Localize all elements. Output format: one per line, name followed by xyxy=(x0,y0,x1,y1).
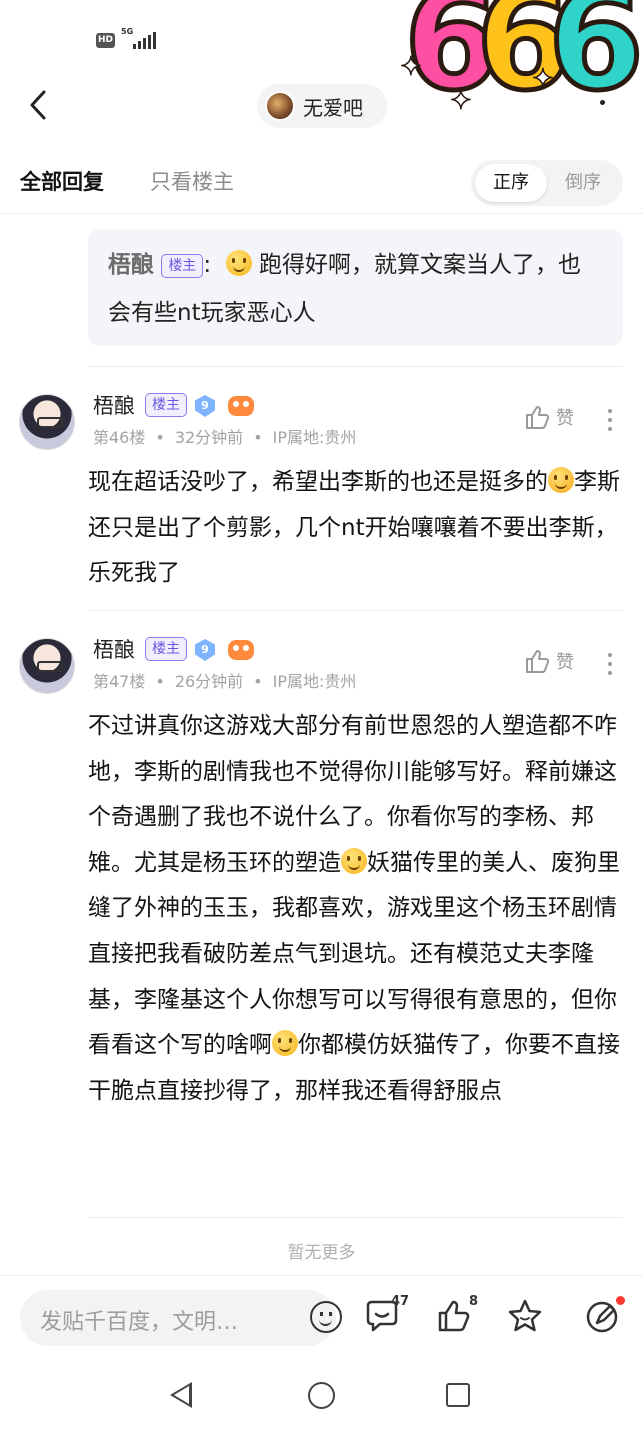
emoji-picker-icon[interactable] xyxy=(310,1301,342,1333)
back-button[interactable] xyxy=(26,90,56,120)
order-forward-button[interactable]: 正序 xyxy=(475,164,547,202)
star-icon[interactable] xyxy=(507,1298,543,1334)
smile-emoji-icon xyxy=(272,1030,298,1057)
tab-all-replies[interactable]: 全部回复 xyxy=(20,166,104,196)
thumbs-up-icon[interactable] xyxy=(436,1298,472,1334)
divider xyxy=(88,1217,623,1218)
quote-author: 梧酿 xyxy=(108,252,154,278)
nav-recents-icon[interactable] xyxy=(446,1383,470,1407)
more-options-icon[interactable] xyxy=(604,650,616,676)
quote-colon: : xyxy=(203,252,212,278)
hug-emoji-icon xyxy=(548,467,574,493)
ip-location: IP属地:贵州 xyxy=(272,672,357,691)
op-badge: 楼主 xyxy=(145,393,187,417)
floor-number: 第47楼 xyxy=(93,672,146,691)
sparkle-icon: ✦ xyxy=(449,85,472,117)
sparkle-icon: ✦ xyxy=(399,51,422,83)
smile-emoji-icon xyxy=(225,250,252,276)
reply-content: 不过讲真你这游戏大部分有前世恩怨的人塑造都不咋地，李斯的剧情我也不觉得你川能够写… xyxy=(88,704,623,1114)
forum-chip[interactable]: 无爱吧 xyxy=(257,84,387,128)
forum-avatar xyxy=(265,91,295,121)
sticker-dot xyxy=(600,100,605,105)
ip-location: IP属地:贵州 xyxy=(272,428,357,447)
divider xyxy=(88,610,623,611)
chevron-left-icon xyxy=(30,90,46,120)
sticker-digit: 6 xyxy=(545,0,643,121)
divider xyxy=(88,366,623,367)
reply-time: 26分钟前 xyxy=(174,672,244,691)
reply-author[interactable]: 梧酿 xyxy=(93,634,135,664)
network-label: 5G xyxy=(121,27,134,36)
reply-time: 32分钟前 xyxy=(174,428,244,447)
thumbs-up-icon xyxy=(526,406,550,429)
reply-input[interactable]: 发贴千百度，文明… xyxy=(20,1290,342,1346)
reply-content: 现在超话没吵了，希望出李斯的也还是挺多的 李斯还只是出了个剪影，几个nt开始嚷嚷着… xyxy=(88,460,623,597)
edit-icon[interactable] xyxy=(585,1298,621,1334)
like-button[interactable]: 赞 xyxy=(524,648,574,674)
comment-count: 47 xyxy=(391,1294,410,1309)
reply-input-placeholder: 发贴千百度，文明… xyxy=(40,1310,239,1335)
system-nav-bar xyxy=(0,1360,643,1431)
avatar[interactable] xyxy=(19,394,75,450)
like-label: 赞 xyxy=(556,652,574,673)
op-badge: 楼主 xyxy=(161,253,204,278)
level-badge-icon: 9 xyxy=(195,639,215,661)
nav-back-icon[interactable] xyxy=(170,1382,192,1408)
reply-tabs: 全部回复 只看楼主 正序 倒序 xyxy=(0,160,643,214)
op-badge: 楼主 xyxy=(145,637,187,661)
smile-emoji-icon xyxy=(341,847,367,874)
no-more-label: 暂无更多 xyxy=(287,1243,356,1263)
sparkle-icon: ✦ xyxy=(531,63,554,95)
quoted-reply[interactable]: 梧酿 楼主: 跑得好啊，就算文案当人了，也会有些nt玩家恶心人 xyxy=(88,229,623,346)
reply-text: 妖猫传里的美人、废狗里缝了外神的玉玉，我都喜欢，游戏里这个杨玉环剧情直接把我看破… xyxy=(88,849,620,1059)
like-count: 8 xyxy=(469,1294,479,1309)
order-reverse-button[interactable]: 倒序 xyxy=(547,164,619,202)
notification-dot xyxy=(616,1296,625,1305)
like-button[interactable]: 赞 xyxy=(524,404,574,430)
floor-number: 第46楼 xyxy=(93,428,146,447)
level-badge-icon: 9 xyxy=(195,395,215,417)
sticker-666: 6 6 6 ✦ ✦ ✦ xyxy=(398,0,643,125)
reply-text: 现在超话没吵了，希望出李斯的也还是挺多的 xyxy=(88,469,548,495)
signal-icon xyxy=(133,32,156,49)
gamepad-icon xyxy=(228,396,254,416)
reply-meta: 第47楼 • 26分钟前 • IP属地:贵州 xyxy=(93,672,357,691)
hd-badge: HD xyxy=(96,33,115,48)
more-options-icon[interactable] xyxy=(604,406,616,432)
avatar[interactable] xyxy=(19,638,75,694)
gamepad-icon xyxy=(228,640,254,660)
like-label: 赞 xyxy=(556,408,574,429)
bottom-action-bar: 发贴千百度，文明… 47 8 xyxy=(0,1275,643,1355)
reply-meta: 第46楼 • 32分钟前 • IP属地:贵州 xyxy=(93,428,357,447)
forum-name: 无爱吧 xyxy=(303,95,363,120)
thumbs-up-icon xyxy=(526,650,550,673)
tab-op-only[interactable]: 只看楼主 xyxy=(150,166,234,196)
order-toggle: 正序 倒序 xyxy=(471,160,623,206)
reply-author[interactable]: 梧酿 xyxy=(93,390,135,420)
nav-home-icon[interactable] xyxy=(308,1382,335,1409)
